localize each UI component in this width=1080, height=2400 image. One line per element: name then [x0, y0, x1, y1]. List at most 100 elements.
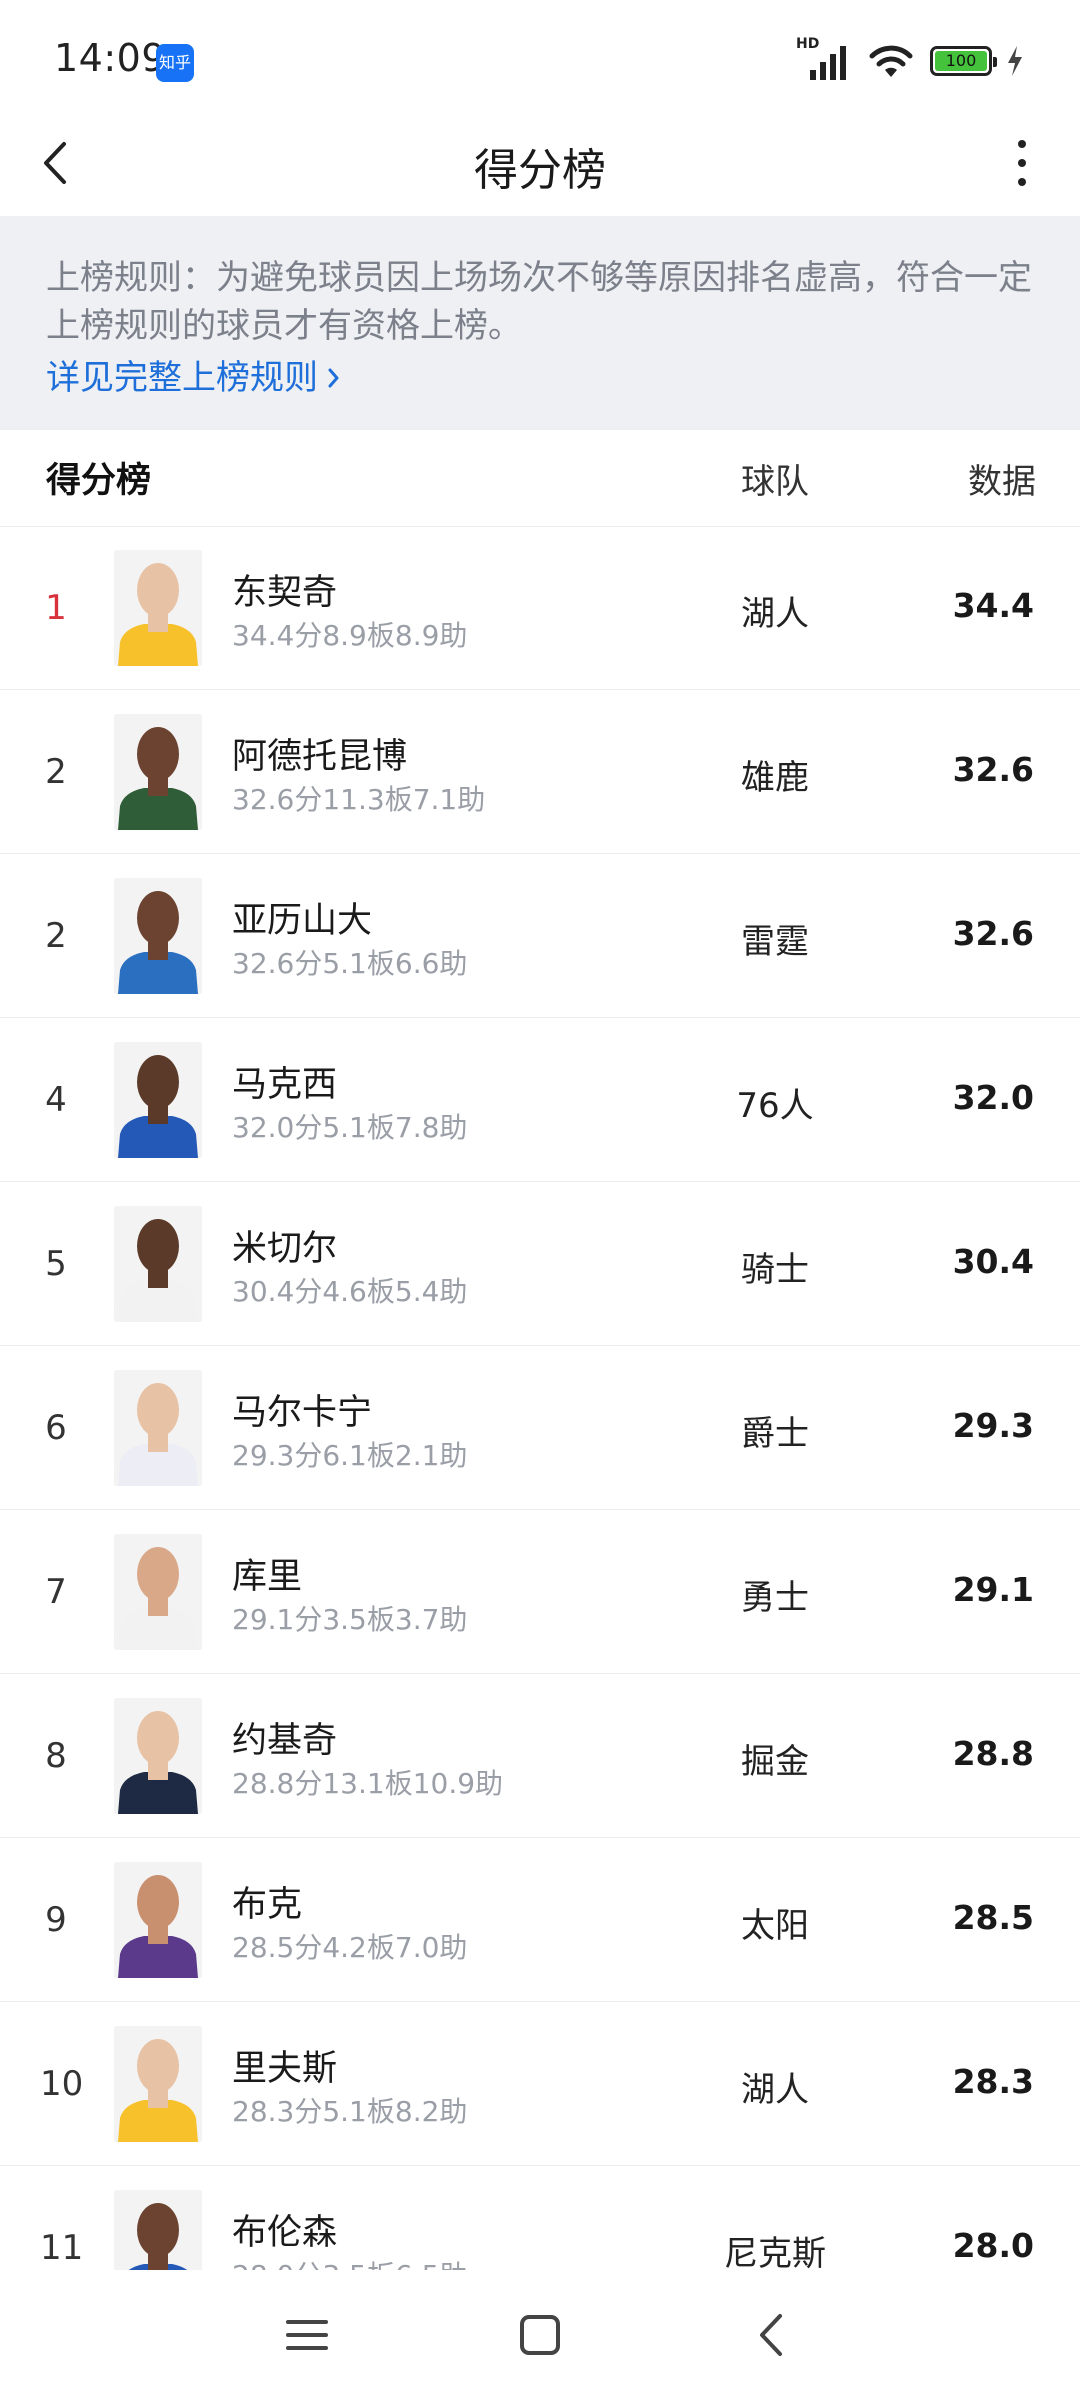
charging-icon: [1008, 46, 1022, 76]
player-stats: 29.3分6.1板2.1助: [232, 1439, 468, 1472]
player-name: 马尔卡宁: [232, 1393, 373, 1433]
home-square-icon: [520, 2315, 560, 2355]
player-stats: 28.5分4.2板7.0助: [232, 1931, 468, 1964]
more-options-button[interactable]: [992, 128, 1052, 198]
player-name: 库里: [232, 1557, 303, 1597]
rank-number: 10: [40, 2064, 84, 2104]
player-row[interactable]: 10 里夫斯 28.3分5.1板8.2助 湖人 28.3: [0, 2002, 1080, 2166]
app-header: 得分榜: [0, 110, 1080, 216]
player-avatar: [114, 878, 202, 994]
player-avatar: [114, 1534, 202, 1650]
player-name: 布伦森: [232, 2213, 338, 2253]
player-avatar: [114, 1698, 202, 1814]
team-column-header: 球队: [741, 462, 809, 502]
player-avatar: [114, 550, 202, 666]
table-header: 得分榜 球队 数据: [0, 430, 1080, 527]
page-title: 得分榜: [474, 145, 606, 196]
player-name: 布克: [232, 1885, 303, 1925]
player-avatar: [114, 1042, 202, 1158]
player-photo: [114, 550, 202, 666]
player-stats: 28.8分13.1板10.9助: [232, 1767, 504, 1800]
table-title: 得分榜: [46, 461, 152, 501]
player-stats: 29.1分3.5板3.7助: [232, 1603, 468, 1636]
player-photo: [114, 1862, 202, 1978]
system-nav-bar: [0, 2270, 1080, 2400]
player-row[interactable]: 7 库里 29.1分3.5板3.7助 勇士 29.1: [0, 1510, 1080, 1674]
chevron-right-icon: [328, 368, 339, 388]
player-stats: 32.6分11.3板7.1助: [232, 783, 486, 816]
rank-number: 9: [45, 1900, 67, 1940]
player-row[interactable]: 11 布伦森 28.0分3.5板6.5助 尼克斯 28.0: [0, 2166, 1080, 2270]
menu-icon: [286, 2320, 328, 2350]
rank-number: 1: [45, 588, 67, 628]
signal-icon: HD: [796, 36, 852, 82]
player-photo: [114, 1534, 202, 1650]
system-back-button[interactable]: [738, 2300, 808, 2370]
player-row[interactable]: 2 阿德托昆博 32.6分11.3板7.1助 雄鹿 32.6: [0, 690, 1080, 854]
battery-icon: 100: [930, 46, 997, 76]
back-triangle-icon: [760, 2314, 782, 2356]
rank-number: 11: [40, 2228, 84, 2268]
rank-number: 6: [45, 1408, 67, 1448]
player-row[interactable]: 4 马克西 32.0分5.1板7.8助 76人 32.0: [0, 1018, 1080, 1182]
rank-number: 8: [45, 1736, 67, 1776]
more-vertical-icon: [1018, 140, 1026, 186]
player-stats: 28.0分3.5板6.5助: [232, 2254, 467, 2270]
status-bar: 14:09 知乎 HD 100: [0, 0, 1080, 110]
stat-value: 32.6: [952, 750, 1034, 789]
team-name: 雷霆: [741, 922, 809, 962]
team-name: 湖人: [741, 2070, 809, 2110]
player-avatar: [114, 2190, 202, 2270]
team-name: 掘金: [741, 1742, 809, 1782]
team-name: 太阳: [741, 1906, 809, 1946]
rank-number: 7: [45, 1572, 67, 1612]
player-row[interactable]: 8 约基奇 28.8分13.1板10.9助 掘金 28.8: [0, 1674, 1080, 1838]
player-stats: 30.4分4.6板5.4助: [232, 1275, 468, 1308]
rank-number: 2: [45, 752, 67, 792]
player-stats: 28.3分5.1板8.2助: [232, 2095, 468, 2128]
player-row[interactable]: 9 布克 28.5分4.2板7.0助 太阳 28.5: [0, 1838, 1080, 2002]
player-photo: [114, 1042, 202, 1158]
player-stats: 32.0分5.1板7.8助: [232, 1111, 468, 1144]
player-photo: [114, 2026, 202, 2142]
player-name: 东契奇: [232, 573, 338, 613]
full-rules-link[interactable]: 详见完整上榜规则: [46, 354, 342, 402]
player-photo: [114, 1698, 202, 1814]
player-photo: [114, 1370, 202, 1486]
rules-notice: 上榜规则：为避免球员因上场场次不够等原因排名虚高，符合一定上榜规则的球员才有资格…: [0, 216, 1080, 430]
player-row[interactable]: 2 亚历山大 32.6分5.1板6.6助 雷霆 32.6: [0, 854, 1080, 1018]
stat-value: 28.3: [952, 2062, 1034, 2101]
stat-value: 32.6: [952, 914, 1034, 953]
rank-number: 2: [45, 916, 67, 956]
rules-text: 上榜规则：为避免球员因上场场次不够等原因排名虚高，符合一定上榜规则的球员才有资格…: [46, 258, 1032, 346]
player-row[interactable]: 5 米切尔 30.4分4.6板5.4助 骑士 30.4: [0, 1182, 1080, 1346]
home-button[interactable]: [505, 2300, 575, 2370]
team-name: 76人: [736, 1086, 814, 1126]
stat-value: 29.3: [952, 1406, 1034, 1445]
player-name: 约基奇: [232, 1721, 338, 1761]
player-name: 米切尔: [232, 1229, 338, 1269]
status-time: 14:09: [54, 36, 167, 80]
player-photo: [114, 2190, 202, 2270]
player-avatar: [114, 1206, 202, 1322]
player-avatar: [114, 714, 202, 830]
player-stats: 32.6分5.1板6.6助: [232, 947, 468, 980]
player-name: 亚历山大: [232, 901, 373, 941]
team-name: 勇士: [741, 1578, 809, 1618]
player-stats: 34.4分8.9板8.9助: [232, 619, 468, 652]
player-avatar: [114, 1862, 202, 1978]
menu-button[interactable]: [272, 2300, 342, 2370]
team-name: 湖人: [741, 594, 809, 634]
zhihu-app-icon: 知乎: [156, 44, 194, 82]
rank-number: 4: [45, 1080, 67, 1120]
stat-value: 29.1: [952, 1570, 1034, 1609]
data-column-header: 数据: [968, 462, 1036, 502]
leaderboard-page: 14:09 知乎 HD 100 得分榜 上榜规则：为避免球员因上场场次不够等原因…: [0, 0, 1080, 2400]
player-row[interactable]: 1 东契奇 34.4分8.9板8.9助 湖人 34.4: [0, 526, 1080, 690]
leaderboard-list: 1 东契奇 34.4分8.9板8.9助 湖人 34.4 2 阿德托昆博 32.6…: [0, 526, 1080, 2270]
rank-number: 5: [45, 1244, 67, 1284]
player-name: 马克西: [232, 1065, 338, 1105]
player-row[interactable]: 6 马尔卡宁 29.3分6.1板2.1助 爵士 29.3: [0, 1346, 1080, 1510]
player-photo: [114, 1206, 202, 1322]
battery-level: 100: [935, 51, 987, 71]
